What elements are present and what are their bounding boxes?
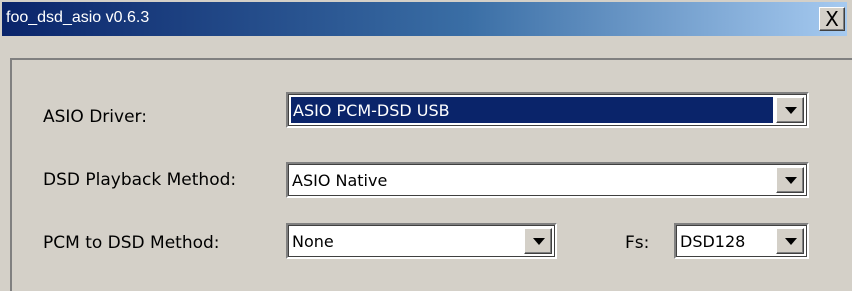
chevron-down-icon [785, 238, 797, 245]
title-bar[interactable]: foo_dsd_asio v0.6.3 X [2, 2, 847, 36]
fs-label: Fs: [625, 233, 650, 253]
chevron-down-icon [533, 238, 545, 245]
close-button[interactable]: X [819, 7, 845, 31]
close-icon: X [825, 7, 839, 31]
pcm-to-dsd-method-dropdown-button[interactable] [524, 228, 552, 254]
pcm-to-dsd-method-value: None [292, 232, 334, 251]
dsd-playback-method-dropdown-button[interactable] [776, 167, 804, 193]
pcm-to-dsd-method-select[interactable]: None [286, 223, 557, 259]
dialog-window: foo_dsd_asio v0.6.3 X ASIO Driver: ASIO … [0, 0, 852, 291]
dsd-playback-method-value: ASIO Native [292, 171, 388, 190]
asio-driver-value: ASIO PCM-DSD USB [293, 101, 450, 120]
fs-dropdown-button[interactable] [776, 228, 804, 254]
window-title: foo_dsd_asio v0.6.3 [6, 9, 150, 26]
chevron-down-icon [785, 177, 797, 184]
chevron-down-icon [785, 107, 797, 114]
asio-driver-label: ASIO Driver: [43, 107, 147, 127]
fs-value: DSD128 [680, 232, 746, 251]
dsd-playback-method-select[interactable]: ASIO Native [286, 162, 809, 198]
dsd-playback-method-label: DSD Playback Method: [43, 170, 237, 190]
fs-select[interactable]: DSD128 [674, 223, 809, 259]
asio-driver-select[interactable]: ASIO PCM-DSD USB [286, 92, 809, 128]
asio-driver-dropdown-button[interactable] [776, 97, 804, 123]
pcm-to-dsd-method-label: PCM to DSD Method: [43, 233, 220, 253]
